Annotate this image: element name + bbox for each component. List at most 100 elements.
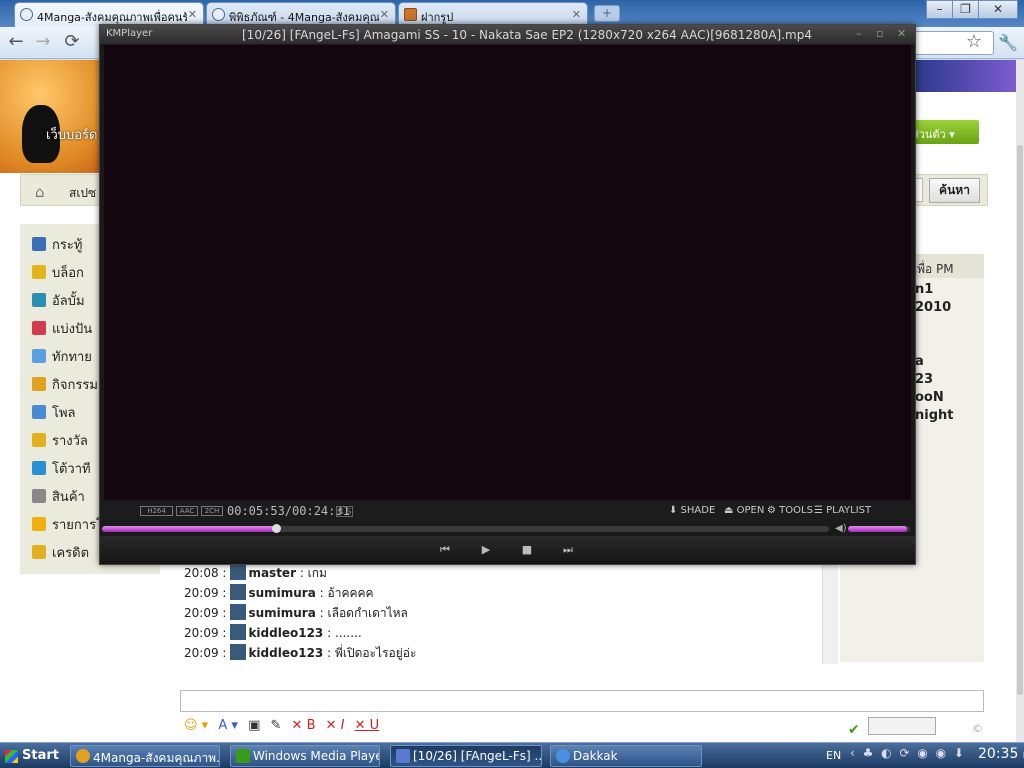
versus-icon	[32, 461, 46, 475]
banner-art	[0, 60, 100, 173]
sidebar-item-credit[interactable]: เครดิต	[32, 542, 89, 562]
close-window-button[interactable]: ✕	[978, 0, 1018, 19]
avatar[interactable]	[230, 564, 247, 580]
codec-badge: H264	[140, 506, 173, 516]
avatar[interactable]	[230, 584, 247, 600]
webboard-link[interactable]: เว็บบอร์ด	[46, 124, 97, 145]
eraser-icon[interactable]: ✎	[271, 718, 282, 733]
sidebar-item-greet[interactable]: ทักทาย	[32, 346, 92, 366]
open-button[interactable]: ⏏ OPEN	[724, 505, 764, 516]
sidebar-item-share[interactable]: แบ่งปัน	[32, 318, 92, 338]
clock[interactable]: 20:35 PM	[978, 746, 1024, 762]
friend-name[interactable]: 23	[915, 372, 933, 387]
avatar[interactable]	[230, 644, 247, 660]
chat-scrollbar[interactable]	[822, 560, 838, 664]
play-icon[interactable]: ▶	[476, 542, 496, 558]
minimize-button[interactable]: –	[926, 0, 953, 19]
previous-icon[interactable]: ⏮	[435, 542, 455, 558]
volume-level	[848, 526, 907, 532]
stop-icon[interactable]: ■	[517, 542, 537, 558]
bookmark-star-icon[interactable]: ☆	[966, 31, 982, 52]
taskbar-item-chrome[interactable]: 4Manga-สังคมคุณภาพ...	[70, 745, 220, 767]
repeat-shuffle-badge[interactable]: R S	[336, 506, 354, 517]
friend-name[interactable]: n1	[915, 282, 933, 297]
chat-bubble-icon	[32, 349, 46, 363]
sidebar-item-list[interactable]: รายการโ	[32, 514, 103, 534]
sidebar-item-reward[interactable]: รางวัล	[32, 430, 88, 450]
breadcrumb-item[interactable]: สเปซ	[69, 184, 96, 203]
underline-button[interactable]: ✕ U	[355, 718, 380, 733]
close-tab-icon[interactable]: ✕	[572, 8, 581, 21]
language-indicator[interactable]: EN	[826, 749, 841, 762]
chat-username[interactable]: sumimura	[248, 586, 315, 600]
seek-progress	[102, 526, 277, 532]
friend-name[interactable]: night	[915, 408, 954, 423]
close-tab-icon[interactable]: ✕	[188, 8, 197, 21]
italic-button[interactable]: ✕ I	[326, 718, 345, 733]
sidebar-item-debate[interactable]: โต้วาที	[32, 458, 91, 478]
speaker-icon[interactable]: ◀)	[835, 523, 847, 534]
pen-icon	[32, 237, 46, 251]
reload-icon[interactable]: ⟳	[61, 33, 83, 53]
taskbar-item-media-player[interactable]: Windows Media Player	[230, 745, 380, 767]
shade-button[interactable]: ⬇ SHADE	[669, 505, 715, 516]
seek-bar[interactable]	[102, 524, 829, 533]
image-icon[interactable]: ▣	[248, 718, 260, 733]
close-icon[interactable]: ✕	[897, 27, 906, 40]
chat-message: 20:09 : kiddleo123 : พี่เปิดอะไรอยู่อ่ะ	[184, 644, 417, 660]
search-button[interactable]: ค้นหา	[929, 178, 980, 203]
scrollbar-thumb[interactable]	[1017, 145, 1023, 695]
home-icon[interactable]: ⌂	[35, 183, 45, 201]
chat-username[interactable]: master	[248, 566, 296, 580]
kmplayer-logo: KMPlayer	[106, 28, 153, 39]
close-tab-icon[interactable]: ✕	[380, 8, 389, 21]
album-icon	[32, 293, 46, 307]
video-area[interactable]	[104, 45, 911, 500]
system-tray[interactable]: ‹ ♣ ◐ ⟳ ◉ ◉ ⬇	[850, 746, 974, 766]
sidebar-item-album[interactable]: อัลบั้ม	[32, 290, 85, 310]
next-icon[interactable]: ⏭	[558, 542, 578, 558]
chat-username[interactable]: kiddleo123	[248, 626, 323, 640]
wrench-icon[interactable]: 🔧	[998, 33, 1018, 52]
taskbar-item-dakkak[interactable]: Dakkak	[550, 745, 702, 767]
sidebar-item-shop[interactable]: สินค้า	[32, 486, 85, 506]
bold-button[interactable]: ✕ B	[292, 718, 316, 733]
chat-format-toolbar: ☺ ▾ A ▾ ▣ ✎ ✕ B ✕ I ✕ U	[184, 718, 385, 738]
sidebar-item-activity[interactable]: กิจกรรม	[32, 374, 98, 394]
chat-username[interactable]: kiddleo123	[248, 646, 323, 660]
send-button[interactable]	[868, 717, 936, 735]
maximize-icon[interactable]: ▫	[876, 27, 883, 40]
restore-button[interactable]: ❐	[952, 0, 979, 19]
media-player-icon	[236, 749, 250, 763]
forward-icon[interactable]: →	[32, 33, 54, 53]
check-icon: ✔	[848, 722, 860, 738]
sidebar-item-poll[interactable]: โพล	[32, 402, 76, 422]
image-icon	[404, 8, 417, 21]
playback-time[interactable]: 00:05:53/00:24:31	[227, 504, 350, 518]
copyright-mark: ©	[972, 722, 983, 735]
minimize-icon[interactable]: –	[856, 27, 862, 40]
back-icon[interactable]: ←	[5, 33, 27, 53]
star-icon	[32, 517, 46, 531]
tools-button[interactable]: ⚙ TOOLS	[767, 505, 813, 516]
friend-name[interactable]: a	[915, 354, 924, 369]
volume-slider[interactable]	[848, 526, 910, 532]
avatar[interactable]	[230, 624, 247, 640]
avatar[interactable]	[230, 604, 247, 620]
chat-username[interactable]: sumimura	[248, 606, 315, 620]
chat-input[interactable]	[180, 690, 984, 712]
sidebar-item-blog[interactable]: บล็อก	[32, 262, 84, 282]
page-scrollbar[interactable]	[1016, 60, 1024, 742]
friend-name[interactable]: ooN	[915, 390, 944, 405]
emoji-icon[interactable]: ☺ ▾	[184, 718, 208, 733]
sidebar-item-threads[interactable]: กระทู้	[32, 234, 82, 254]
friend-name[interactable]: 2010	[915, 300, 951, 315]
font-color-icon[interactable]: A ▾	[218, 718, 238, 733]
notebook-icon	[32, 265, 46, 279]
new-tab-button[interactable]: +	[594, 5, 620, 22]
seek-handle[interactable]	[272, 524, 282, 533]
playlist-button[interactable]: ☰ PLAYLIST	[814, 505, 871, 516]
taskbar-item-kmplayer[interactable]: [10/26] [FAngeL-Fs] ...	[390, 745, 542, 767]
start-button[interactable]: Start	[0, 744, 62, 768]
kmplayer-titlebar[interactable]: KMPlayer [10/26] [FAngeL-Fs] Amagami SS …	[100, 25, 915, 44]
